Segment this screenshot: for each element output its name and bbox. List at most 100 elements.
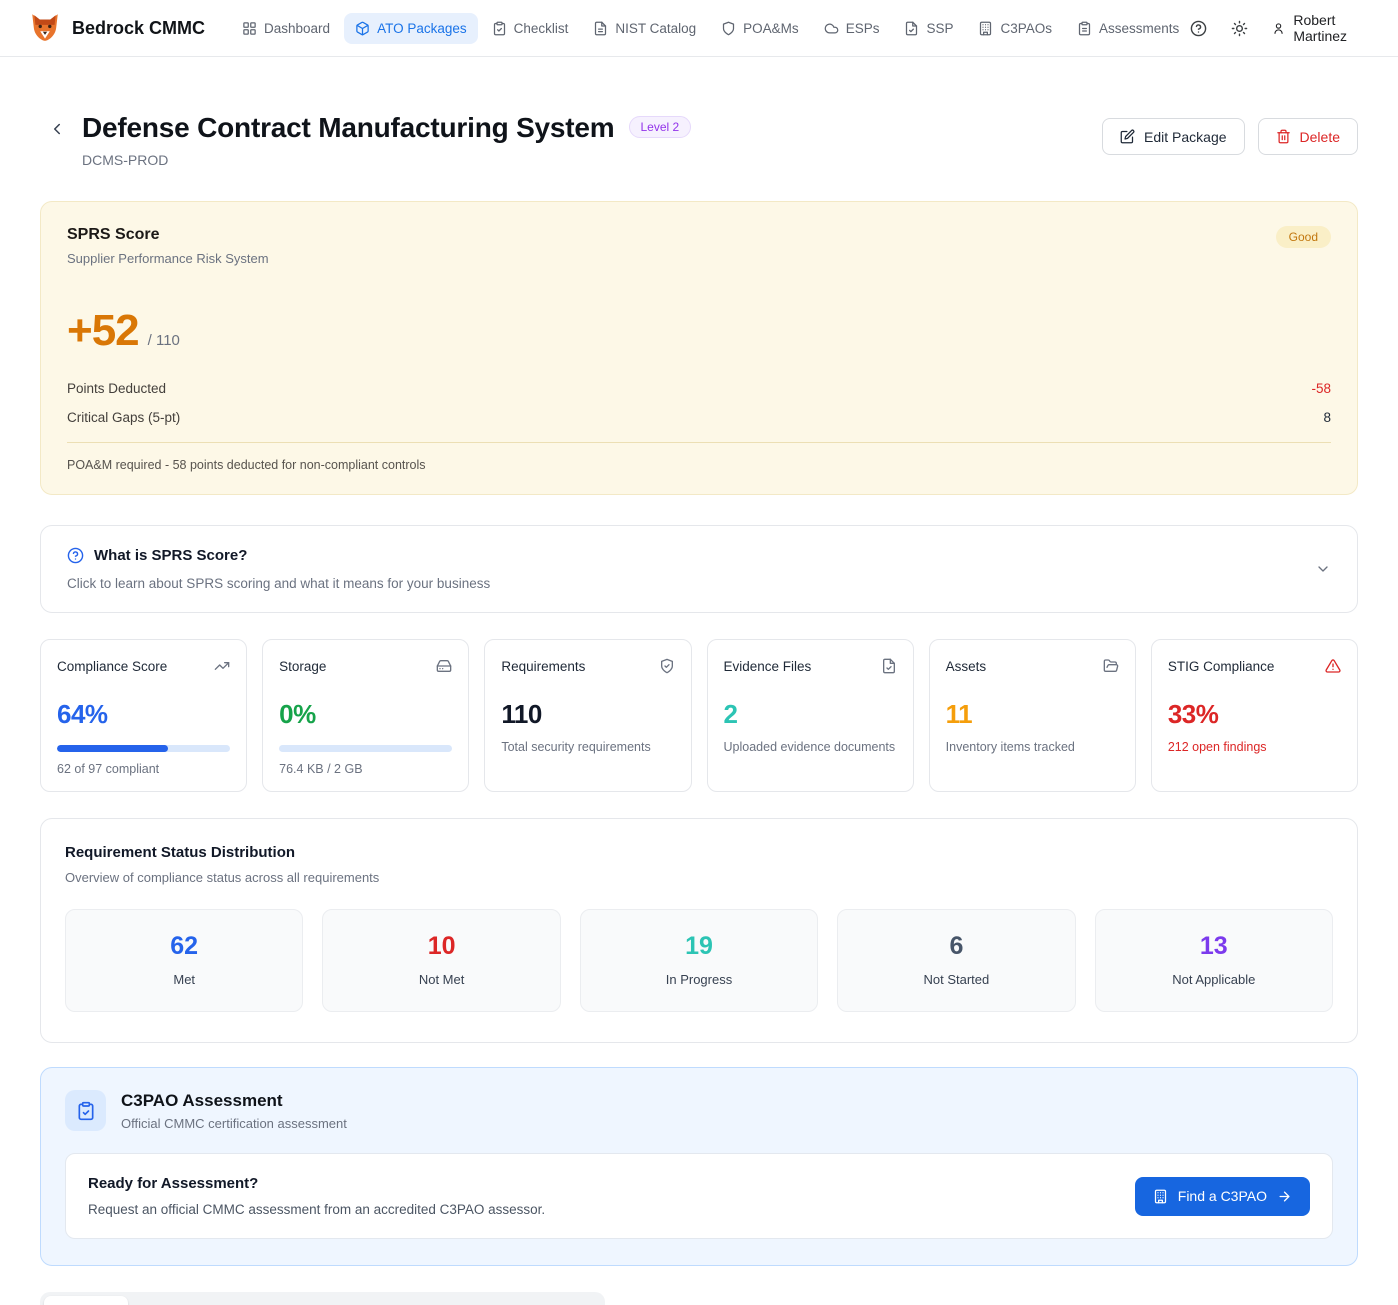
c3pao-assessment-card: C3PAO Assessment Official CMMC certifica… bbox=[40, 1067, 1358, 1266]
nav-label: Dashboard bbox=[264, 21, 330, 36]
requirements-value: 110 bbox=[501, 699, 674, 730]
storage-caption: 76.4 KB / 2 GB bbox=[279, 762, 452, 776]
status-tile-not-applicable[interactable]: 13 Not Applicable bbox=[1095, 909, 1333, 1012]
user-icon bbox=[1272, 20, 1285, 37]
help-circle-icon bbox=[67, 547, 84, 564]
find-c3pao-button[interactable]: Find a C3PAO bbox=[1135, 1177, 1310, 1216]
chevron-left-icon bbox=[48, 120, 66, 138]
chevron-down-icon bbox=[1315, 561, 1331, 577]
evidence-files-card: Evidence Files 2 Uploaded evidence docum… bbox=[707, 639, 914, 792]
cloud-icon bbox=[824, 21, 839, 36]
banner-title: What is SPRS Score? bbox=[94, 547, 247, 564]
storage-value: 0% bbox=[279, 699, 452, 730]
tab-evidence[interactable]: Evidence bbox=[244, 1296, 328, 1305]
trending-up-icon bbox=[214, 658, 230, 674]
ready-title: Ready for Assessment? bbox=[88, 1175, 545, 1192]
compliance-progress-bar bbox=[57, 745, 230, 752]
nav-label: ATO Packages bbox=[377, 21, 467, 36]
sprs-title: SPRS Score bbox=[67, 226, 269, 244]
building-icon bbox=[1153, 1189, 1168, 1204]
nav-label: SSP bbox=[926, 21, 953, 36]
building-icon bbox=[978, 21, 993, 36]
nav-label: ESPs bbox=[846, 21, 880, 36]
nav-item-dashboard[interactable]: Dashboard bbox=[231, 13, 341, 44]
help-button[interactable] bbox=[1190, 20, 1207, 37]
tab-assets[interactable]: Assets bbox=[398, 1296, 467, 1305]
compliance-score-value: 64% bbox=[57, 699, 230, 730]
status-tile-not-started[interactable]: 6 Not Started bbox=[837, 909, 1075, 1012]
nav-item-nist-catalog[interactable]: NIST Catalog bbox=[582, 13, 707, 44]
points-deducted-value: -58 bbox=[1311, 381, 1331, 396]
sprs-info-banner[interactable]: What is SPRS Score? Click to learn about… bbox=[40, 525, 1358, 613]
assets-caption: Inventory items tracked bbox=[946, 740, 1119, 754]
c3pao-subtitle: Official CMMC certification assessment bbox=[121, 1116, 347, 1131]
critical-gaps-value: 8 bbox=[1323, 410, 1331, 425]
c3pao-title: C3PAO Assessment bbox=[121, 1091, 347, 1111]
sprs-score-value: +52 bbox=[67, 306, 139, 356]
status-distribution-card: Requirement Status Distribution Overview… bbox=[40, 818, 1358, 1043]
nav-label: NIST Catalog bbox=[615, 21, 696, 36]
nav-item-checklist[interactable]: Checklist bbox=[481, 13, 580, 44]
folder-open-icon bbox=[1103, 658, 1119, 674]
tab-overview[interactable]: Overview bbox=[44, 1296, 128, 1305]
ready-for-assessment-panel: Ready for Assessment? Request an officia… bbox=[65, 1153, 1333, 1239]
nav-item-esps[interactable]: ESPs bbox=[813, 13, 891, 44]
file-check-icon bbox=[881, 658, 897, 674]
fox-logo-icon bbox=[28, 11, 62, 45]
theme-toggle-button[interactable] bbox=[1231, 20, 1248, 37]
assets-card: Assets 11 Inventory items tracked bbox=[929, 639, 1136, 792]
tab-stigs[interactable]: STIGs bbox=[330, 1296, 396, 1305]
package-icon bbox=[355, 21, 370, 36]
stat-cards-row: Compliance Score 64% 62 of 97 compliant … bbox=[40, 639, 1358, 792]
sun-icon bbox=[1231, 20, 1248, 37]
stig-compliance-value: 33% bbox=[1168, 699, 1341, 730]
ready-text: Request an official CMMC assessment from… bbox=[88, 1202, 545, 1217]
level-badge: Level 2 bbox=[629, 116, 692, 138]
back-button[interactable] bbox=[48, 120, 66, 138]
file-check-icon bbox=[904, 21, 919, 36]
help-circle-icon bbox=[1190, 20, 1207, 37]
status-tile-met[interactable]: 62 Met bbox=[65, 909, 303, 1012]
banner-subtitle: Click to learn about SPRS scoring and wh… bbox=[67, 576, 490, 591]
main-nav: Dashboard ATO Packages Checklist NIST Ca… bbox=[231, 13, 1190, 44]
status-tile-in-progress[interactable]: 19 In Progress bbox=[580, 909, 818, 1012]
sprs-footer-note: POA&M required - 58 points deducted for … bbox=[67, 442, 1331, 472]
nav-label: Checklist bbox=[514, 21, 569, 36]
tab-requirements[interactable]: Requirements bbox=[130, 1296, 242, 1305]
nav-item-c3paos[interactable]: C3PAOs bbox=[967, 13, 1063, 44]
nav-item-ssp[interactable]: SSP bbox=[893, 13, 964, 44]
storage-card: Storage 0% 76.4 KB / 2 GB bbox=[262, 639, 469, 792]
expand-banner-button[interactable] bbox=[1315, 561, 1331, 577]
clipboard-list-icon bbox=[1077, 21, 1092, 36]
compliance-score-card: Compliance Score 64% 62 of 97 compliant bbox=[40, 639, 247, 792]
sprs-score-denominator: / 110 bbox=[148, 332, 180, 349]
tab-ssp[interactable]: SSP bbox=[469, 1296, 524, 1305]
edit-package-button[interactable]: Edit Package bbox=[1102, 118, 1245, 155]
top-nav-bar: Bedrock CMMC Dashboard ATO Packages Chec… bbox=[0, 0, 1398, 57]
nav-item-poams[interactable]: POA&Ms bbox=[710, 13, 810, 44]
clipboard-check-icon bbox=[492, 21, 507, 36]
sprs-row-points-deducted: Points Deducted -58 bbox=[67, 374, 1331, 403]
sprs-row-critical-gaps: Critical Gaps (5-pt) 8 bbox=[67, 403, 1331, 432]
requirements-caption: Total security requirements bbox=[501, 740, 674, 754]
package-id: DCMS-PROD bbox=[82, 152, 691, 168]
nav-item-ato-packages[interactable]: ATO Packages bbox=[344, 13, 478, 44]
edit-icon bbox=[1120, 129, 1135, 144]
assets-value: 11 bbox=[946, 699, 1119, 730]
stig-compliance-card: STIG Compliance 33% 212 open findings bbox=[1151, 639, 1358, 792]
shield-icon bbox=[721, 21, 736, 36]
delete-button[interactable]: Delete bbox=[1258, 118, 1358, 155]
user-menu[interactable]: Robert Martinez bbox=[1272, 12, 1370, 44]
distribution-subtitle: Overview of compliance status across all… bbox=[65, 870, 1333, 885]
sprs-score-card: SPRS Score Supplier Performance Risk Sys… bbox=[40, 201, 1358, 495]
requirements-card: Requirements 110 Total security requirem… bbox=[484, 639, 691, 792]
alert-triangle-icon bbox=[1325, 658, 1341, 674]
tab-reports[interactable]: Reports bbox=[526, 1296, 601, 1305]
nav-item-assessments[interactable]: Assessments bbox=[1066, 13, 1190, 44]
hard-drive-icon bbox=[436, 658, 452, 674]
grid-icon bbox=[242, 21, 257, 36]
sprs-subtitle: Supplier Performance Risk System bbox=[67, 251, 269, 266]
evidence-files-value: 2 bbox=[724, 699, 897, 730]
status-tile-not-met[interactable]: 10 Not Met bbox=[322, 909, 560, 1012]
package-tabs: Overview Requirements Evidence STIGs Ass… bbox=[40, 1292, 605, 1305]
